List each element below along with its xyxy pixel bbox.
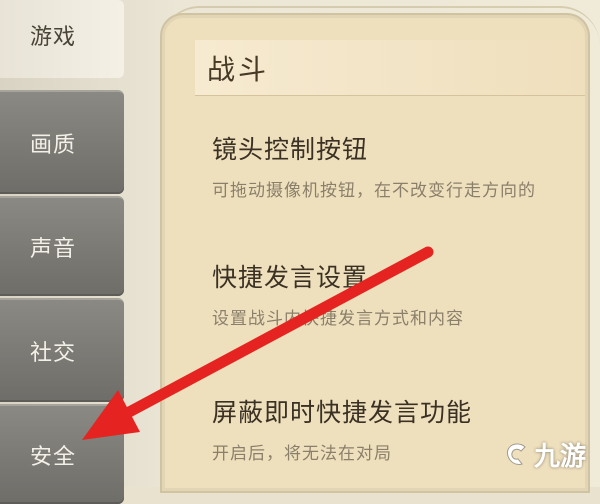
watermark: 九游 (504, 436, 586, 473)
red-arrow-icon (82, 246, 434, 440)
game-settings-screen: 游戏 画质 声音 社交 安全 战斗 镜头控制按钮 可拖动摄像机按钮，在不改变行走… (0, 0, 600, 504)
jiuyou-logo-icon (507, 442, 526, 465)
watermark-text: 九游 (533, 442, 586, 472)
